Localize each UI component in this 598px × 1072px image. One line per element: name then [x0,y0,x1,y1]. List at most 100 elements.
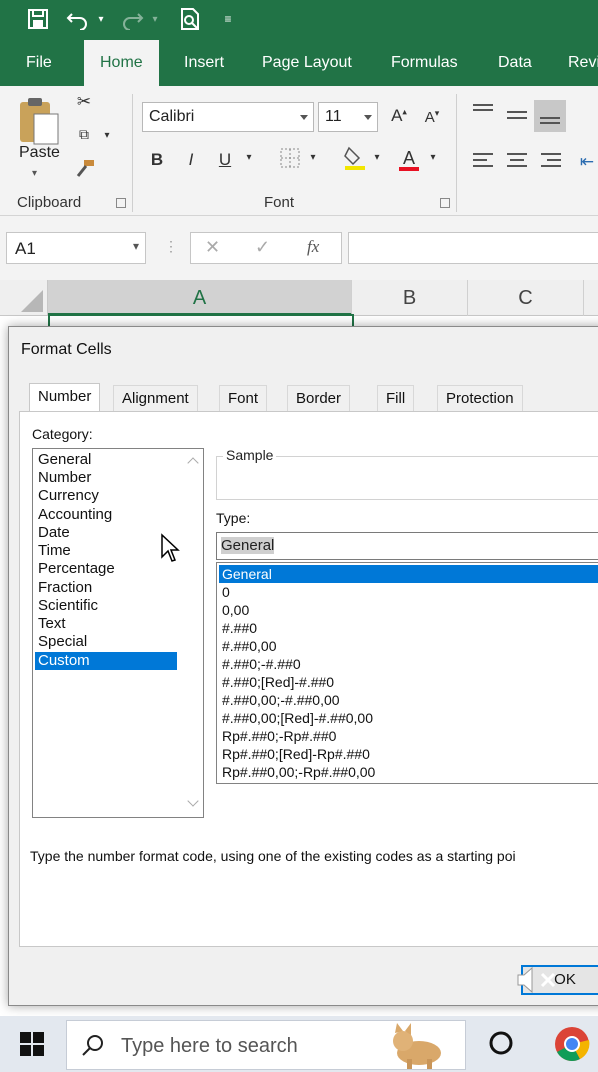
type-input-value: General [221,537,275,554]
font-name-combo[interactable]: Calibri [142,102,314,132]
type-item[interactable]: Rp#.##0;-Rp#.##0 [219,727,598,745]
tab-data[interactable]: Data [482,40,548,86]
copy-icon[interactable]: ⧉ [70,126,98,143]
windows-start-icon[interactable] [0,1016,64,1072]
tab-alignment[interactable]: Alignment [113,385,198,411]
category-fraction[interactable]: Fraction [35,579,177,597]
chrome-icon[interactable] [554,1026,590,1067]
borders-icon[interactable] [278,148,302,173]
scroll-up-icon[interactable] [187,457,199,469]
formula-bar: A1 ▾ ⋮ ✕ ✓ fx [0,216,598,280]
sample-label: Sample [223,447,277,463]
type-item[interactable]: 0 [219,583,598,601]
name-box-dropdown-icon[interactable]: ▾ [133,239,139,253]
increase-font-size-icon[interactable]: A▴ [386,106,412,126]
category-date[interactable]: Date [35,524,177,542]
align-right-icon[interactable] [538,152,564,173]
mute-overlay-icon[interactable] [516,966,564,999]
category-list[interactable]: General Number Currency Accounting Date … [32,448,204,818]
format-painter-icon[interactable] [72,158,98,183]
copy-dropdown-icon[interactable]: ▾ [100,130,114,141]
type-item[interactable]: Rp#.##0,00;-Rp#.##0,00 [219,763,598,781]
category-accounting[interactable]: Accounting [35,506,177,524]
middle-align-icon[interactable] [504,108,530,128]
tab-number[interactable]: Number [29,383,101,412]
column-header-c[interactable]: C [468,280,584,316]
type-list[interactable]: General 0 0,00 #.##0 #.##0,00 #.##0;-#.#… [216,562,598,784]
formula-input[interactable] [348,232,598,264]
select-all-corner[interactable] [0,280,48,316]
insert-function-icon[interactable]: fx [307,237,319,257]
save-icon[interactable] [24,5,52,33]
cut-icon[interactable]: ✂ [72,92,96,112]
tab-fill[interactable]: Fill [377,385,415,411]
paste-dropdown-icon[interactable]: ▾ [32,168,37,179]
category-special[interactable]: Special [35,633,177,651]
font-launcher-icon[interactable] [440,198,450,208]
category-general[interactable]: General [35,451,177,469]
column-headers: A B C [0,280,598,316]
underline-dropdown-icon[interactable]: ▾ [242,152,256,163]
type-item[interactable]: #.##0,00 [219,637,598,655]
font-size-combo[interactable]: 11 [318,102,378,132]
font-color-icon[interactable]: A [396,146,422,177]
undo-dropdown-icon[interactable]: ▾ [94,5,108,33]
category-number[interactable]: Number [35,469,177,487]
type-item[interactable]: Rp#.##0;[Red]-Rp#.##0 [219,745,598,763]
cancel-entry-icon: ✕ [205,237,221,257]
type-item[interactable]: #.##0;-#.##0 [219,655,598,673]
number-tab-panel: Category: General Number Currency Accoun… [19,411,598,947]
bold-button[interactable]: B [146,150,168,170]
top-align-icon[interactable] [470,102,496,122]
type-item[interactable]: #.##0,00;[Red]-#.##0,00 [219,709,598,727]
customize-toolbar-icon[interactable]: ≡ [220,5,236,33]
type-item[interactable]: 0,00 [219,601,598,619]
font-name-value: Calibri [149,108,195,125]
fill-color-icon[interactable] [342,144,368,175]
tab-protection[interactable]: Protection [437,385,523,411]
category-text[interactable]: Text [35,615,177,633]
print-preview-icon[interactable] [176,5,204,33]
category-currency[interactable]: Currency [35,487,177,505]
type-input[interactable]: General [216,532,598,560]
undo-icon[interactable] [64,5,92,33]
bottom-align-icon[interactable] [534,100,566,132]
tab-page-layout[interactable]: Page Layout [246,40,368,86]
tab-review[interactable]: Revi [552,40,598,86]
tab-formulas[interactable]: Formulas [375,40,474,86]
tab-file[interactable]: File [10,40,68,86]
type-item[interactable]: General [219,565,598,583]
tab-home[interactable]: Home [84,40,159,86]
type-item[interactable]: #.##0 [219,619,598,637]
name-box[interactable]: A1 ▾ [6,232,146,264]
font-color-dropdown-icon[interactable]: ▾ [426,152,440,163]
fill-color-dropdown-icon[interactable]: ▾ [370,152,384,163]
clipboard-launcher-icon[interactable] [116,198,126,208]
category-time[interactable]: Time [35,542,177,560]
align-center-icon[interactable] [504,152,530,173]
underline-button[interactable]: U [214,150,236,170]
scroll-down-icon[interactable] [187,795,199,807]
decrease-font-size-icon[interactable]: A▾ [420,108,444,126]
svg-text:A: A [403,148,415,168]
category-percentage[interactable]: Percentage [35,560,177,578]
align-left-icon[interactable] [470,152,496,173]
category-custom[interactable]: Custom [35,652,177,670]
tab-font[interactable]: Font [219,385,268,411]
borders-dropdown-icon[interactable]: ▾ [306,152,320,163]
category-scientific[interactable]: Scientific [35,597,177,615]
title-bar: ▾ ▾ ≡ [0,0,598,40]
task-view-icon[interactable] [488,1030,514,1061]
category-scrollbar[interactable] [183,449,203,817]
tab-insert[interactable]: Insert [168,40,240,86]
taskbar-search-box[interactable]: Type here to search [66,1020,466,1070]
tab-border[interactable]: Border [287,385,351,411]
italic-button[interactable]: I [180,150,202,170]
paste-button[interactable]: Paste [19,144,60,162]
paste-icon[interactable] [18,96,62,148]
type-item[interactable]: #.##0,00;-#.##0,00 [219,691,598,709]
column-header-b[interactable]: B [352,280,468,316]
type-item[interactable]: #.##0;[Red]-#.##0 [219,673,598,691]
column-header-a[interactable]: A [48,280,352,316]
decrease-indent-icon[interactable]: ⇤ [576,152,598,172]
